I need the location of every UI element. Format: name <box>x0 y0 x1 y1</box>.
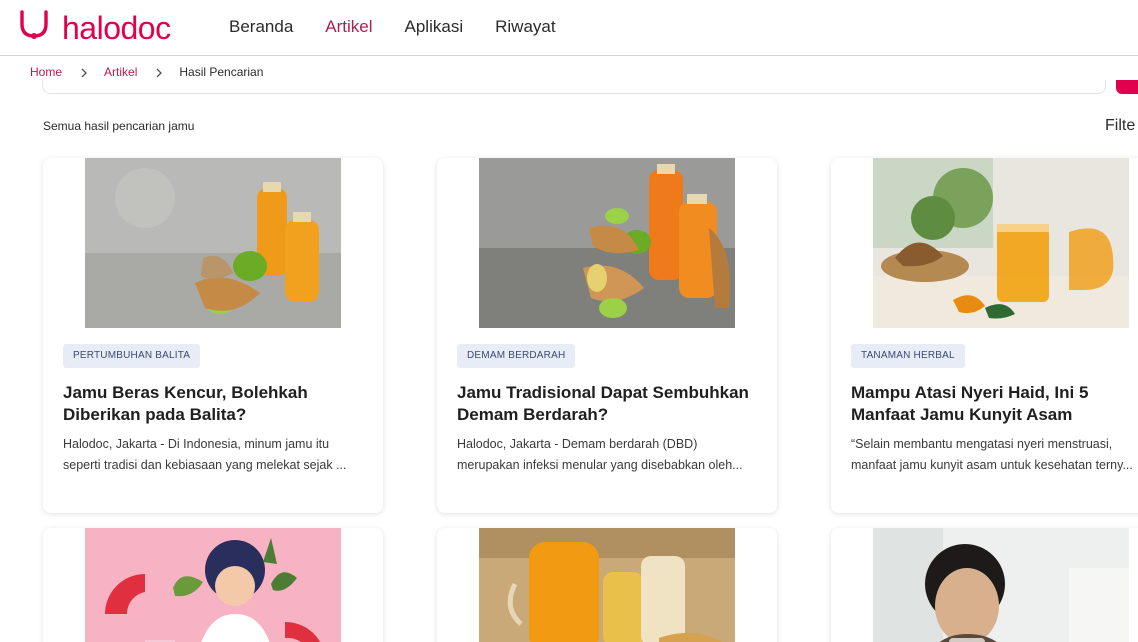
excerpt-line: Halodoc, Jakarta - Demam berdarah (DBD) <box>457 437 698 451</box>
article-image[interactable] <box>873 528 1129 642</box>
excerpt-line: seperti tradisi dan kebiasaan yang melek… <box>63 458 347 472</box>
breadcrumb-home[interactable]: Home <box>30 65 62 79</box>
article-title[interactable]: Mampu Atasi Nyeri Haid, Ini 5 Manfaat Ja… <box>851 382 1138 426</box>
brand-name: halodoc <box>62 10 171 46</box>
breadcrumb-current: Hasil Pencarian <box>179 65 264 79</box>
article-card[interactable] <box>831 528 1138 642</box>
page: halodoc Beranda Artikel Aplikasi Riwayat… <box>0 0 1138 642</box>
search-button[interactable] <box>1116 80 1138 94</box>
nav-artikel[interactable]: Artikel <box>325 16 372 38</box>
nav-beranda[interactable]: Beranda <box>229 16 293 38</box>
article-card[interactable]: PERTUMBUHAN BALITA Jamu Beras Kencur, Bo… <box>43 158 383 513</box>
article-card[interactable] <box>43 528 383 642</box>
excerpt-line: manfaat jamu kunyit asam untuk kesehatan… <box>851 458 1133 472</box>
category-tag[interactable]: PERTUMBUHAN BALITA <box>63 344 201 368</box>
article-image[interactable] <box>479 158 735 328</box>
article-image[interactable] <box>85 158 341 328</box>
article-image[interactable] <box>873 158 1129 328</box>
article-image[interactable] <box>85 528 341 642</box>
article-card[interactable]: DEMAM BERDARAH Jamu Tradisional Dapat Se… <box>437 158 777 513</box>
main-nav: Beranda Artikel Aplikasi Riwayat <box>229 16 588 38</box>
filter-button[interactable]: Filte <box>1105 117 1135 135</box>
nav-riwayat[interactable]: Riwayat <box>495 16 555 38</box>
breadcrumb-artikel[interactable]: Artikel <box>104 65 137 79</box>
chevron-right-icon <box>155 68 163 78</box>
chevron-right-icon <box>80 68 88 78</box>
nav-aplikasi[interactable]: Aplikasi <box>405 16 464 38</box>
excerpt-line: “Selain membantu mengatasi nyeri menstru… <box>851 437 1113 451</box>
excerpt-line: Halodoc, Jakarta - Di Indonesia, minum j… <box>63 437 330 451</box>
article-image[interactable] <box>479 528 735 642</box>
results-label: Semua hasil pencarian jamu <box>43 119 195 133</box>
article-excerpt: Halodoc, Jakarta - Di Indonesia, minum j… <box>63 434 367 476</box>
article-card[interactable]: TANAMAN HERBAL Mampu Atasi Nyeri Haid, I… <box>831 158 1138 513</box>
excerpt-line: merupakan infeksi menular yang disebabka… <box>457 458 743 472</box>
top-header: halodoc Beranda Artikel Aplikasi Riwayat <box>0 0 1138 56</box>
category-tag[interactable]: DEMAM BERDARAH <box>457 344 576 368</box>
article-card[interactable] <box>437 528 777 642</box>
search-input[interactable] <box>42 80 1106 94</box>
article-excerpt: Halodoc, Jakarta - Demam berdarah (DBD) … <box>457 434 761 476</box>
halodoc-logo[interactable]: halodoc <box>16 8 171 48</box>
stethoscope-icon <box>16 6 56 51</box>
article-title[interactable]: Jamu Tradisional Dapat Sembuhkan Demam B… <box>457 382 767 426</box>
article-title[interactable]: Jamu Beras Kencur, Bolehkah Diberikan pa… <box>63 382 373 426</box>
article-excerpt: “Selain membantu mengatasi nyeri menstru… <box>851 434 1138 476</box>
breadcrumb: Home Artikel Hasil Pencarian <box>30 65 263 79</box>
category-tag[interactable]: TANAMAN HERBAL <box>851 344 965 368</box>
